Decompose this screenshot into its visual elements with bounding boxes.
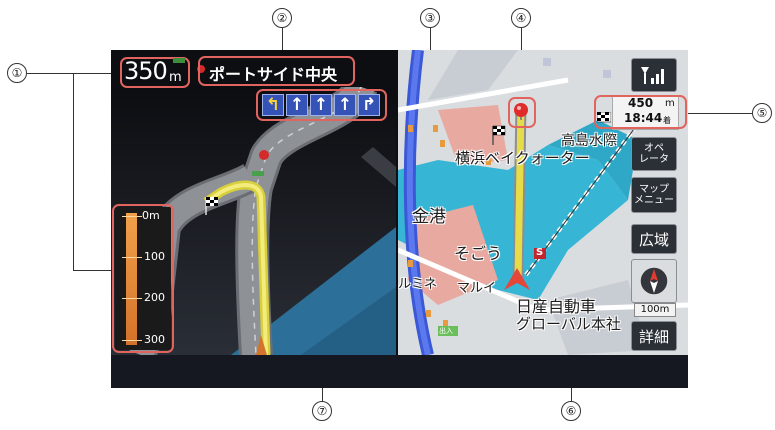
- exit-tag-label: 出入: [439, 327, 453, 335]
- lane-straight-icon: ↑: [334, 94, 356, 116]
- map-label-takashima: 高島水際: [561, 133, 617, 149]
- distance-to-turn-value: 350: [124, 57, 168, 85]
- map-label-rumine: ルミネ: [398, 277, 438, 292]
- callout-number-1: ①: [7, 63, 27, 83]
- lane-straight-icon: ↑: [286, 94, 308, 116]
- callout-box-destination-pin: [508, 97, 536, 128]
- map-label-sogo: そごう: [454, 244, 503, 263]
- detail-button[interactable]: 詳細: [631, 321, 677, 351]
- callout-number-2: ②: [272, 8, 292, 28]
- intersection-name: ポートサイド中央: [209, 65, 338, 84]
- lane-straight-icon: ↑: [310, 94, 332, 116]
- callout-number-4: ④: [511, 8, 531, 28]
- callout-number-7: ⑦: [312, 401, 332, 421]
- wide-area-label: 広域: [638, 230, 669, 249]
- traffic-signal-icon: [259, 150, 269, 160]
- map-menu-button[interactable]: マップ メニュー: [631, 177, 677, 213]
- route-line: [514, 104, 525, 281]
- signal-strength-icon: [641, 67, 664, 84]
- wide-area-button[interactable]: 広域: [631, 224, 677, 254]
- operator-button[interactable]: オペ レータ: [631, 137, 677, 171]
- callout-box-destination-info: [594, 95, 687, 129]
- signal-strength-button[interactable]: [631, 58, 677, 92]
- callout-box-distance-gauge: [112, 204, 174, 353]
- lane-guidance: ↰ ↑ ↑ ↑ ↱: [262, 94, 380, 116]
- callout-number-5: ⑤: [752, 103, 772, 123]
- callout-number-6: ⑥: [561, 401, 581, 421]
- map-menu-label: マップ メニュー: [634, 184, 674, 206]
- map-label-kinko: 金港: [412, 207, 446, 227]
- map-scale-value: 100m: [634, 303, 676, 317]
- map-label-marui: マルイ: [457, 281, 497, 296]
- operator-label: オペ レータ: [639, 143, 669, 165]
- map-label-yokohama-bay-quarter: 横浜ベイクォーター: [455, 149, 590, 167]
- callout-line-1-gauge: [73, 270, 113, 271]
- s-marker-label: S: [536, 247, 544, 258]
- callout-line-5: [687, 113, 752, 114]
- compass-icon: [639, 266, 669, 296]
- lane-count-icon: [173, 58, 185, 63]
- detail-label: 詳細: [638, 327, 669, 346]
- lane-right-turn-icon: ↱: [358, 94, 380, 116]
- bottom-status-bar: [111, 355, 688, 388]
- lane-left-turn-icon: ↰: [262, 94, 284, 116]
- distance-to-turn-unit: m: [169, 70, 182, 85]
- compass-button[interactable]: [631, 259, 677, 303]
- callout-number-3: ③: [420, 8, 440, 28]
- callout-line-1-vertical: [73, 73, 74, 270]
- signal-light-icon: [252, 171, 264, 176]
- map-label-nissan-hq: グローバル本社: [516, 315, 621, 333]
